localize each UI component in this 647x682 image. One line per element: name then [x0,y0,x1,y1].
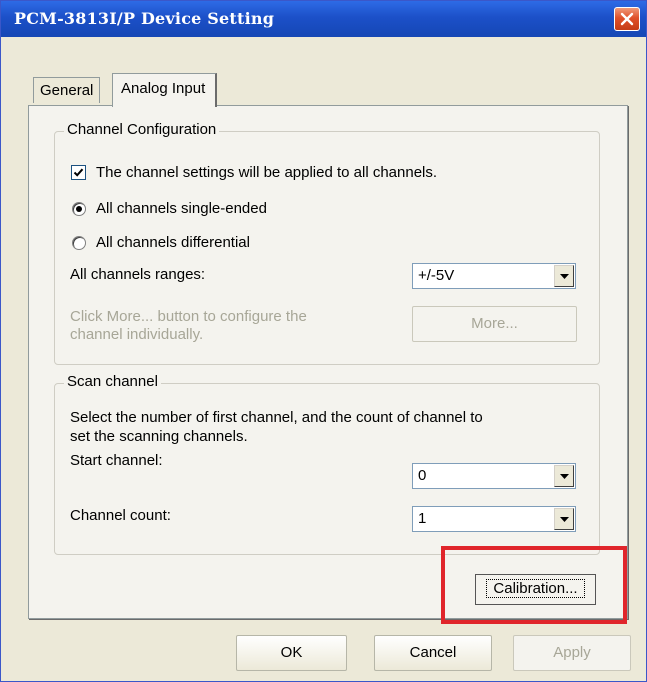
scan-channel-title: Scan channel [64,373,161,390]
more-hint-line1: Click More... button to configure the [70,308,307,325]
ranges-select[interactable]: +/-5V [412,263,576,289]
start-channel-dropdown-button[interactable] [554,465,574,487]
channel-count-value: 1 [418,510,427,527]
calibration-button-label: Calibration... [486,579,585,598]
tab-analog-input[interactable]: Analog Input [112,73,218,107]
close-button[interactable] [614,7,640,31]
more-button[interactable]: More... [412,306,577,342]
scan-channel-group: Scan channel Select the number of first … [54,373,600,555]
apply-all-checkbox[interactable] [71,165,86,180]
title-bar[interactable]: PCM-3813I/P Device Setting [1,1,646,37]
window-title: PCM-3813I/P Device Setting [14,9,275,28]
cancel-button[interactable]: Cancel [374,635,492,671]
ok-button[interactable]: OK [236,635,347,671]
checkmark-icon [73,168,84,177]
more-hint-line2: channel individually. [70,326,204,343]
start-channel-value: 0 [418,467,427,484]
tab-general[interactable]: General [33,77,101,103]
channel-count-dropdown-button[interactable] [554,508,574,530]
radio-selected-dot [76,206,82,212]
ranges-dropdown-button[interactable] [554,265,574,287]
radio-single-ended-label: All channels single-ended [96,200,267,217]
start-channel-label: Start channel: [70,452,163,469]
apply-all-label: The channel settings will be applied to … [96,164,438,181]
radio-single-ended[interactable] [72,202,86,216]
radio-differential-label: All channels differential [96,234,250,251]
ranges-label: All channels ranges: [70,266,206,283]
apply-button[interactable]: Apply [513,635,631,671]
analog-input-panel: Channel Configuration The channel settin… [28,105,628,619]
channel-count-select[interactable]: 1 [412,506,576,532]
chevron-down-icon [560,517,569,522]
channel-count-label: Channel count: [70,507,171,524]
start-channel-select[interactable]: 0 [412,463,576,489]
calibration-button[interactable]: Calibration... [475,574,596,605]
chevron-down-icon [560,274,569,279]
close-icon [620,12,634,26]
scan-description-line2: set the scanning channels. [70,428,248,445]
channel-configuration-group: Channel Configuration The channel settin… [54,121,600,365]
scan-description-line1: Select the number of first channel, and … [70,409,483,426]
channel-configuration-title: Channel Configuration [64,121,220,138]
device-setting-dialog: PCM-3813I/P Device Setting General Analo… [0,0,647,682]
ranges-value: +/-5V [418,267,455,284]
radio-differential[interactable] [72,236,86,250]
chevron-down-icon [560,474,569,479]
